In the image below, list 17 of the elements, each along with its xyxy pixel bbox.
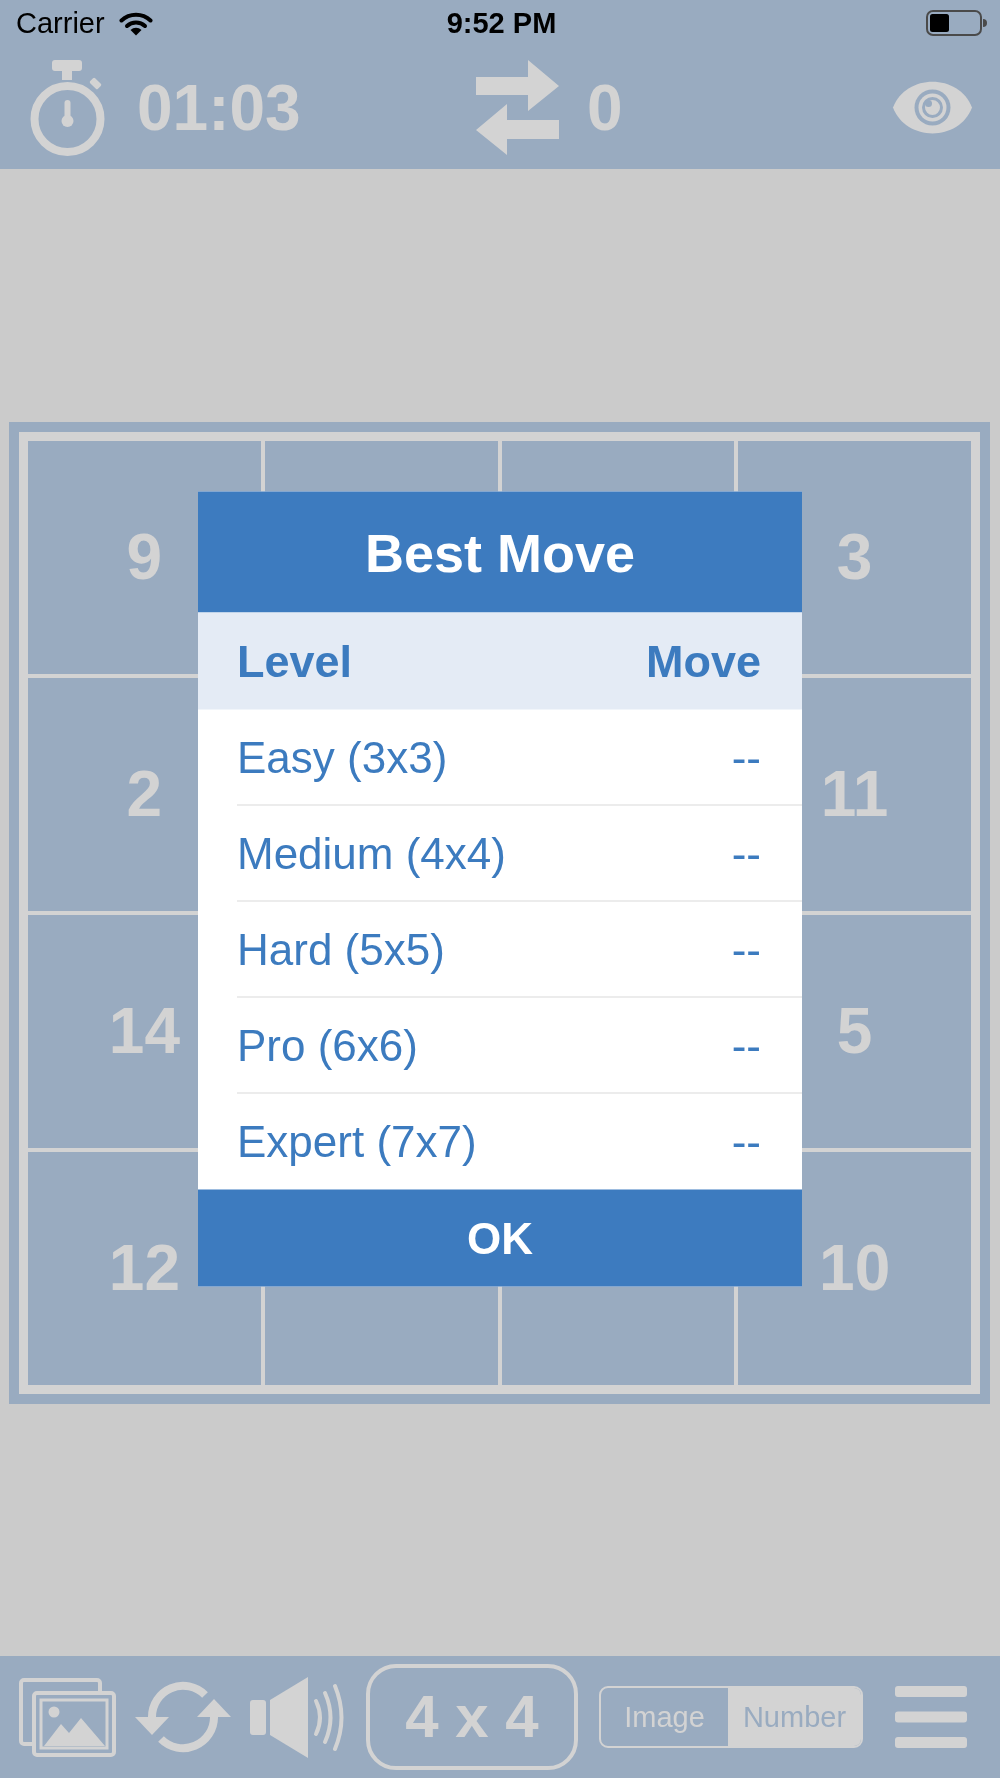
- segment-button[interactable]: Number: [728, 1688, 861, 1746]
- battery-icon: [926, 10, 987, 36]
- timer-label: 01:03: [137, 75, 301, 140]
- segment-button[interactable]: Image: [601, 1688, 728, 1746]
- refresh-icon[interactable]: [135, 1681, 231, 1753]
- ok-button[interactable]: OK: [198, 1189, 802, 1287]
- gallery-icon[interactable]: [19, 1677, 116, 1757]
- move-count: 0: [587, 75, 623, 140]
- grid-size-button[interactable]: 4 x 4: [366, 1664, 578, 1770]
- clock-time: 9:52 PM: [446, 8, 557, 38]
- carrier-label: Carrier: [16, 8, 105, 38]
- eye-icon[interactable]: [892, 81, 973, 134]
- wifi-icon: [118, 10, 153, 36]
- menu-icon[interactable]: [895, 1686, 967, 1748]
- swap-arrows-icon: [476, 60, 559, 155]
- stopwatch-icon: [30, 59, 105, 156]
- dialog-title: Best Move: [198, 491, 802, 613]
